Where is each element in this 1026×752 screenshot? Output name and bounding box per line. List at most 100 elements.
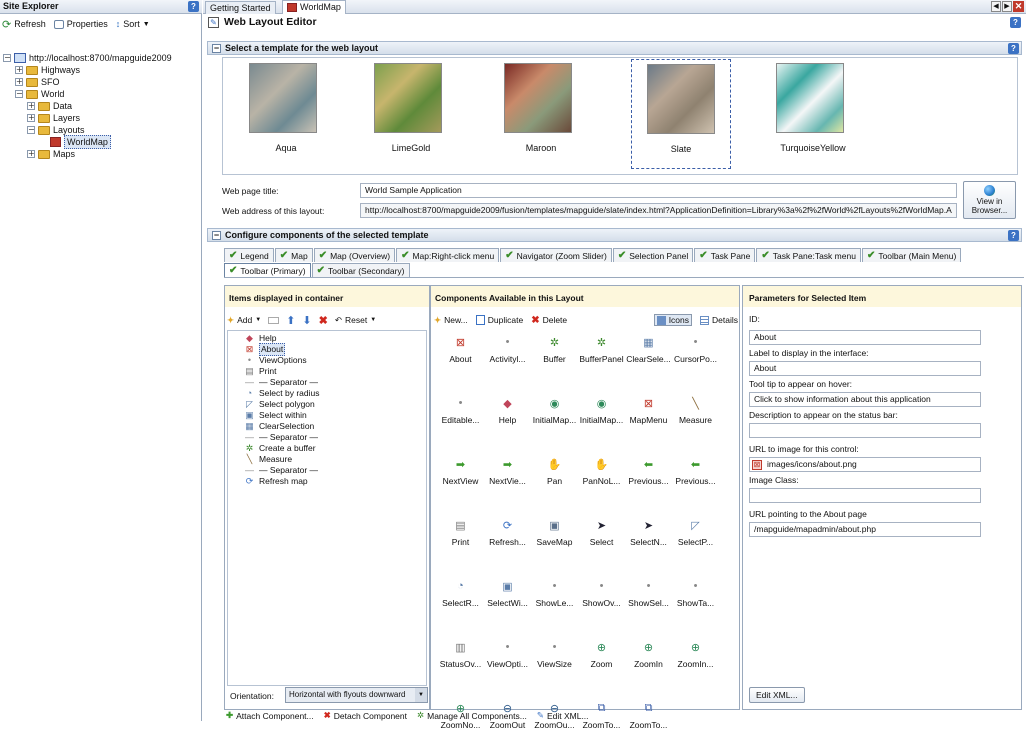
template-aqua[interactable]: Aqua bbox=[236, 63, 336, 163]
configure-section-header[interactable]: − Configure components of the selected t… bbox=[207, 228, 1022, 242]
delete-button[interactable]: ✖ Delete bbox=[531, 315, 567, 326]
component-tile[interactable]: ⊕ ZoomNo... bbox=[437, 701, 484, 752]
help-icon[interactable]: ? bbox=[188, 1, 199, 12]
list-item[interactable]: • ViewOptions bbox=[244, 355, 426, 366]
list-item[interactable]: — — Separator — bbox=[244, 432, 426, 443]
component-tile[interactable]: ▣ SaveMap bbox=[531, 518, 578, 569]
component-tile[interactable]: • ShowOv... bbox=[578, 579, 625, 630]
component-tile[interactable]: ▤ Print bbox=[437, 518, 484, 569]
component-tile[interactable]: • CursorPo... bbox=[672, 335, 719, 386]
component-tile[interactable]: ⬅ Previous... bbox=[672, 457, 719, 508]
orientation-select[interactable]: Horizontal with flyouts downward ▼ bbox=[285, 687, 428, 703]
component-tile[interactable]: ➡ NextVie... bbox=[484, 457, 531, 508]
move-down-icon[interactable]: ⬇ bbox=[302, 314, 311, 327]
tree-node[interactable]: + SFO bbox=[3, 76, 201, 88]
component-tile[interactable]: ➤ SelectN... bbox=[625, 518, 672, 569]
tree-node[interactable]: + Maps bbox=[3, 148, 201, 160]
component-tile[interactable]: • ViewOpti... bbox=[484, 640, 531, 691]
component-tile[interactable]: ⊖ ZoomOut bbox=[484, 701, 531, 752]
component-tile[interactable]: • ShowTa... bbox=[672, 579, 719, 630]
collapse-icon[interactable]: − bbox=[27, 126, 35, 134]
collapse-icon[interactable]: − bbox=[3, 54, 11, 62]
components-grid[interactable]: ⊠ About • Activityl... ✲ Buffer ✲ BufferPanel ▦ C… bbox=[437, 335, 737, 730]
template-maroon[interactable]: Maroon bbox=[491, 63, 591, 163]
list-item[interactable]: ◸ Select polygon bbox=[244, 399, 426, 410]
component-tile[interactable]: ▣ SelectWi... bbox=[484, 579, 531, 630]
component-tab[interactable]: ✔ Task Pane:Task menu bbox=[756, 248, 861, 262]
component-tile[interactable]: ⊕ ZoomIn bbox=[625, 640, 672, 691]
component-tile[interactable]: • Activityl... bbox=[484, 335, 531, 386]
component-tile[interactable]: ⊖ ZoomOu... bbox=[531, 701, 578, 752]
list-item[interactable]: ╲ Measure bbox=[244, 454, 426, 465]
items-list[interactable]: ◆ Help ⊠ About • ViewOptions ▤ Print — — Separato… bbox=[227, 330, 427, 686]
status-description-field[interactable] bbox=[749, 423, 981, 438]
edit-xml-button[interactable]: Edit XML... bbox=[749, 687, 805, 703]
chevron-right-icon[interactable]: ▶ bbox=[1002, 1, 1012, 12]
template-section-header[interactable]: − Select a template for the web layout ? bbox=[207, 41, 1022, 55]
component-tile[interactable]: • Editable... bbox=[437, 396, 484, 447]
component-tile[interactable]: ✲ BufferPanel bbox=[578, 335, 625, 386]
component-tile[interactable]: ◉ InitialMap... bbox=[531, 396, 578, 447]
component-tile[interactable]: ⬅ Previous... bbox=[625, 457, 672, 508]
tooltip-field[interactable]: Click to show information about this app… bbox=[749, 392, 981, 407]
help-icon[interactable]: ? bbox=[1008, 43, 1019, 54]
reset-button[interactable]: ↶ Reset ▼ bbox=[335, 315, 376, 326]
expand-icon[interactable]: + bbox=[27, 102, 35, 110]
tab-worldmap[interactable]: WorldMap bbox=[282, 0, 346, 14]
image-url-field[interactable]: ⊠ images/icons/about.png bbox=[749, 457, 981, 472]
help-icon[interactable]: ? bbox=[1008, 230, 1019, 241]
component-tile[interactable]: ⊠ About bbox=[437, 335, 484, 386]
component-tab[interactable]: ✔ Toolbar (Primary) bbox=[224, 263, 311, 277]
manage-components-button[interactable]: ✲ Manage All Components... bbox=[417, 710, 527, 721]
collapse-icon[interactable]: − bbox=[212, 43, 221, 53]
component-tile[interactable]: ◸ SelectP... bbox=[672, 518, 719, 569]
move-up-icon[interactable]: ⬆ bbox=[286, 314, 295, 327]
component-tab[interactable]: ✔ Navigator (Zoom Slider) bbox=[500, 248, 612, 262]
component-tab[interactable]: ✔ Toolbar (Main Menu) bbox=[861, 248, 962, 262]
component-tab[interactable]: ✔ Legend bbox=[224, 248, 274, 262]
list-item[interactable]: ▦ ClearSelection bbox=[244, 421, 426, 432]
tree-node[interactable]: − http://localhost:8700/mapguide2009 bbox=[3, 52, 201, 64]
component-tile[interactable]: ✋ Pan bbox=[531, 457, 578, 508]
list-item[interactable]: — — Separator — bbox=[244, 465, 426, 476]
tab-getting-started[interactable]: Getting Started bbox=[205, 1, 276, 14]
tree-node[interactable]: WorldMap bbox=[3, 135, 201, 149]
component-tile[interactable]: ▥ StatusOv... bbox=[437, 640, 484, 691]
new-component-button[interactable]: ✦ New... bbox=[434, 315, 468, 326]
component-tile[interactable]: ╲ Measure bbox=[672, 396, 719, 447]
sort-button[interactable]: ↕ Sort ▼ bbox=[116, 19, 150, 29]
template-turquoiseyellow[interactable]: TurquoiseYellow bbox=[763, 63, 863, 163]
attach-component-button[interactable]: ✚ Attach Component... bbox=[226, 710, 314, 721]
component-tile[interactable]: ⊕ Zoom bbox=[578, 640, 625, 691]
tree-node[interactable]: + Highways bbox=[3, 64, 201, 76]
list-item[interactable]: ▣ Select within bbox=[244, 410, 426, 421]
component-tab[interactable]: ✔ Map:Right-click menu bbox=[396, 248, 500, 262]
list-item[interactable]: ⊠ About bbox=[244, 343, 426, 356]
expand-icon[interactable]: + bbox=[15, 66, 23, 74]
component-tile[interactable]: • ShowSel... bbox=[625, 579, 672, 630]
component-tile[interactable]: • ShowLe... bbox=[531, 579, 578, 630]
web-title-field[interactable]: World Sample Application bbox=[360, 183, 957, 198]
detach-component-button[interactable]: ✖ Detach Component bbox=[324, 710, 407, 721]
template-slate[interactable]: Slate bbox=[631, 59, 731, 169]
expand-icon[interactable]: + bbox=[27, 150, 35, 158]
separator-icon[interactable] bbox=[268, 316, 280, 324]
expand-icon[interactable]: + bbox=[27, 114, 35, 122]
component-tile[interactable]: ✲ Buffer bbox=[531, 335, 578, 386]
list-item[interactable]: ▤ Print bbox=[244, 366, 426, 377]
icons-view-toggle[interactable]: Icons bbox=[653, 314, 693, 326]
tree-node[interactable]: − World bbox=[3, 88, 201, 100]
component-tile[interactable]: ➡ NextView bbox=[437, 457, 484, 508]
component-tile[interactable]: ⊠ MapMenu bbox=[625, 396, 672, 447]
properties-button[interactable]: Properties bbox=[53, 19, 108, 29]
help-icon[interactable]: ? bbox=[1010, 17, 1021, 28]
tree-node[interactable]: + Data bbox=[3, 100, 201, 112]
component-tile[interactable]: ⊕ ZoomIn... bbox=[672, 640, 719, 691]
tree-node[interactable]: + Layers bbox=[3, 112, 201, 124]
view-in-browser-button[interactable]: View in Browser... bbox=[963, 181, 1016, 219]
about-url-field[interactable]: /mapguide/mapadmin/about.php bbox=[749, 522, 981, 537]
web-address-field[interactable]: http://localhost:8700/mapguide2009/fusio… bbox=[360, 203, 957, 218]
list-item[interactable]: ✲ Create a buffer bbox=[244, 443, 426, 454]
expand-icon[interactable]: + bbox=[15, 78, 23, 86]
id-field[interactable]: About bbox=[749, 330, 981, 345]
